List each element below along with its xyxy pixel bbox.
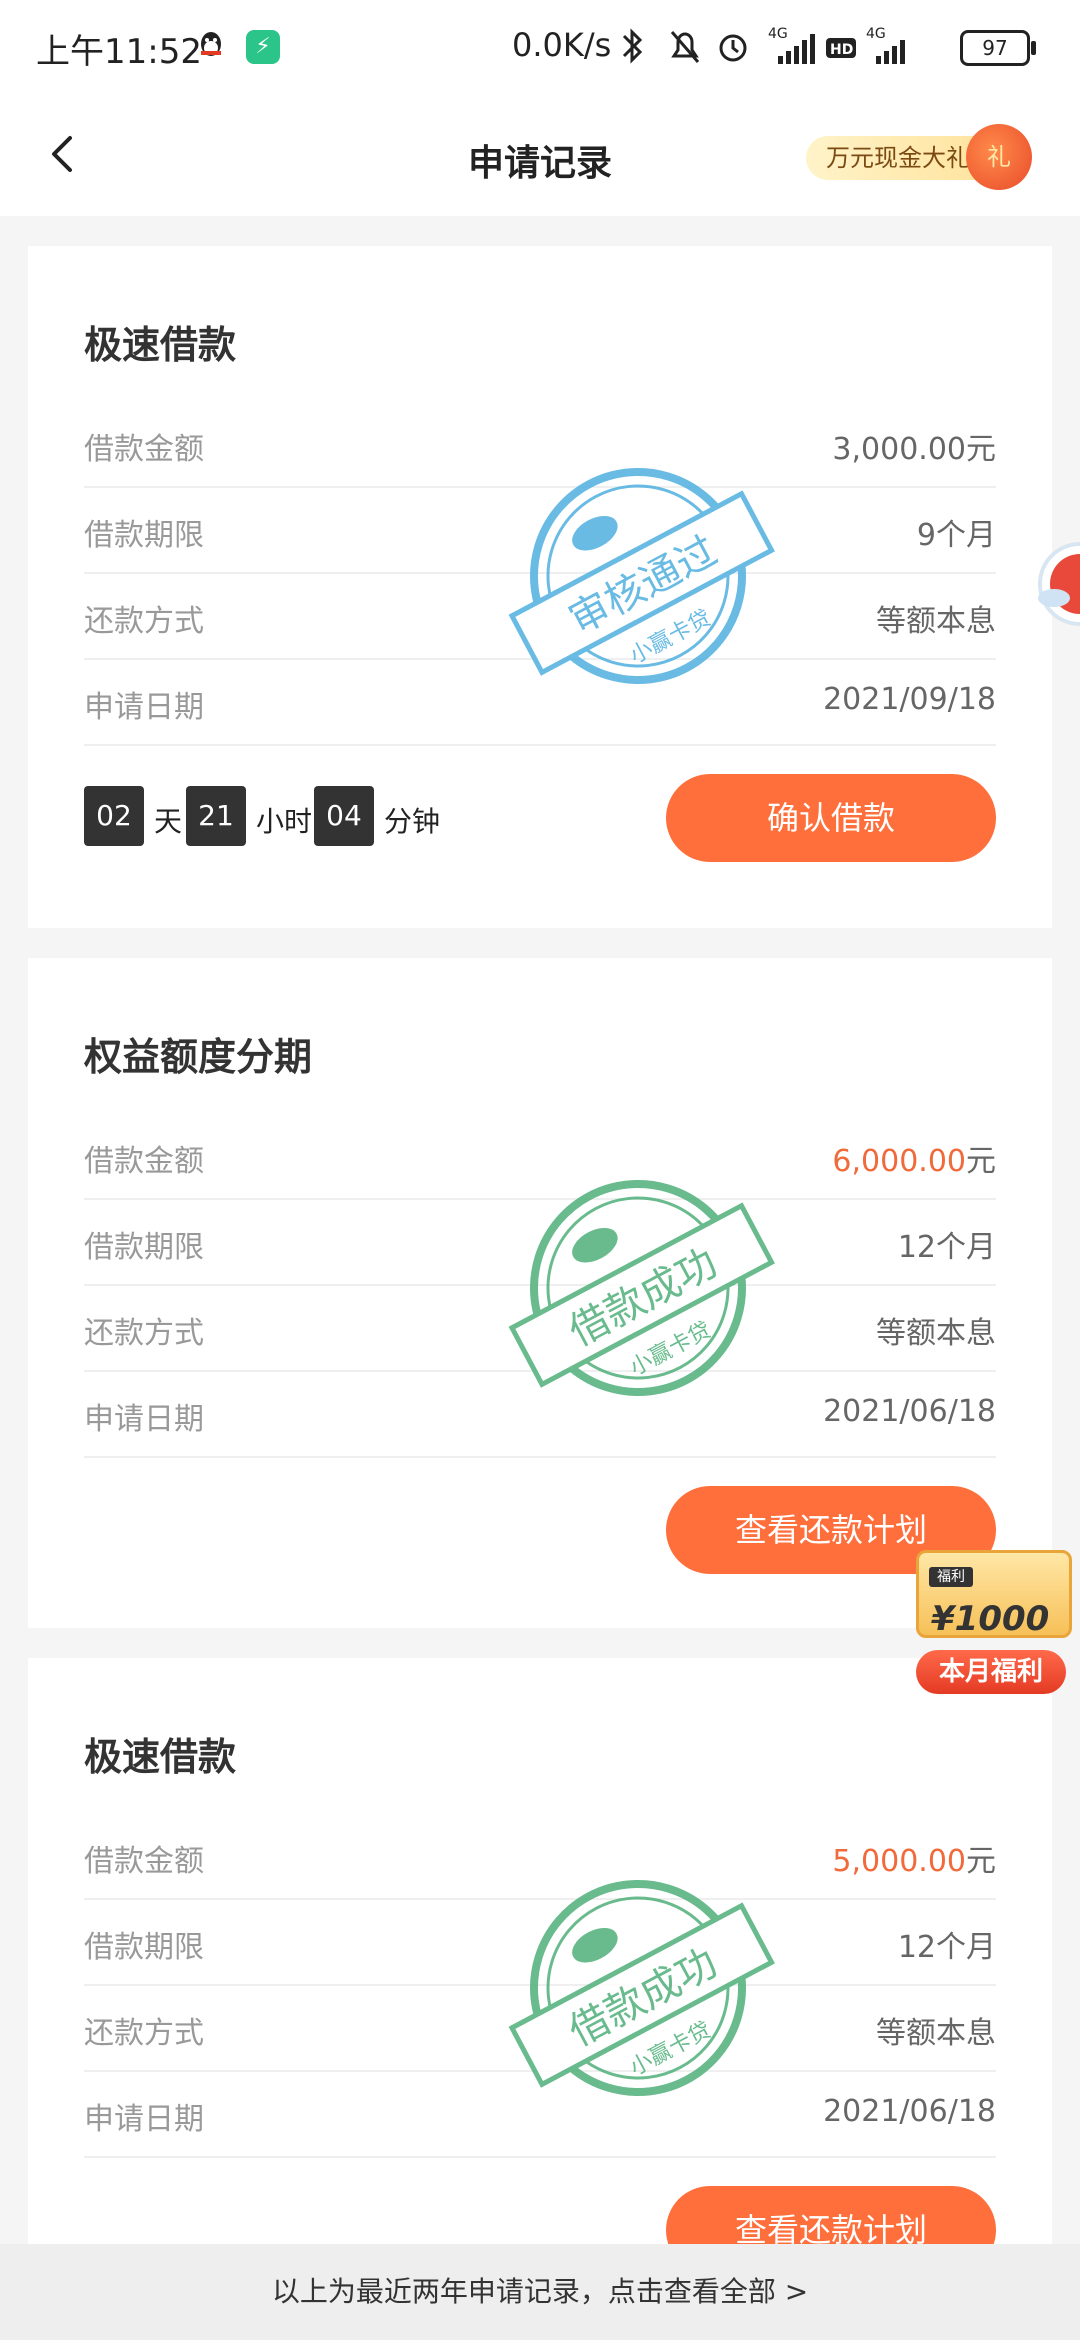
hd-icon: HD: [826, 38, 856, 58]
countdown-hours: 21: [186, 786, 246, 846]
countdown-minutes-unit: 分钟: [384, 805, 441, 838]
row-label: 借款金额: [84, 1844, 204, 1879]
record-card-3: 极速借款 借款金额 5,000.00元 借款期限 12个月 还款方式 等额本息 …: [28, 1658, 1052, 2274]
row-label: 申请日期: [84, 690, 204, 725]
gift-amount: ¥1000: [931, 1599, 1050, 1639]
row-label: 借款期限: [84, 1930, 204, 1965]
row-value: 3,000.00元: [832, 432, 996, 467]
bluetooth-icon: [622, 28, 643, 64]
row-label: 借款期限: [84, 1230, 204, 1265]
loan-success-stamp: 借款成功 小赢卡贷: [508, 1880, 775, 2096]
countdown: 02 天 21 小时 04 分钟: [84, 786, 484, 846]
record-card-2: 权益额度分期 借款金额 6,000.00元 借款期限 12个月 还款方式 等额本…: [28, 958, 1052, 1628]
signal-icon-2: 4G: [866, 26, 905, 64]
svg-text:4G: 4G: [866, 26, 886, 42]
battery-indicator: 97: [960, 30, 1036, 66]
row-label: 申请日期: [84, 1402, 204, 1437]
gift-tag: 福利: [929, 1567, 973, 1587]
mascot-icon[interactable]: [1036, 528, 1080, 638]
view-all-records-link[interactable]: 以上为最近两年申请记录，点击查看全部 >: [0, 2244, 1080, 2340]
row-label: 借款金额: [84, 432, 204, 467]
row-value: 6,000.00元: [832, 1144, 996, 1179]
status-icons: 4G HD 4G: [622, 26, 905, 64]
gift-banner: 本月福利: [916, 1650, 1066, 1694]
row-value: 12个月: [897, 1930, 996, 1965]
row-label: 借款期限: [84, 518, 204, 553]
loan-success-stamp: 借款成功 小赢卡贷: [508, 1180, 775, 1396]
row-label: 借款金额: [84, 1144, 204, 1179]
record-card-1: 极速借款 借款金额 3,000.00元 借款期限 9个月 还款方式 等额本息 申…: [28, 246, 1052, 928]
card-title: 极速借款: [84, 1735, 237, 1779]
row-value: 2021/09/18: [823, 682, 996, 717]
row-value: 2021/06/18: [823, 2094, 996, 2129]
countdown-minutes: 04: [314, 786, 374, 846]
row-value: 9个月: [916, 518, 996, 553]
row-label: 还款方式: [84, 1316, 204, 1351]
svg-text:4G: 4G: [768, 26, 788, 42]
countdown-hours-unit: 小时: [256, 805, 313, 838]
monthly-gift-widget[interactable]: 福利 ¥1000 本月福利: [910, 1532, 1076, 1694]
row-value: 等额本息: [876, 2016, 996, 2051]
card-title: 极速借款: [84, 323, 237, 367]
row-value: 等额本息: [876, 604, 996, 639]
approved-stamp: 审核通过 小赢卡贷: [508, 468, 775, 684]
gift-bag-icon[interactable]: 礼: [966, 124, 1032, 190]
svg-text:HD: HD: [830, 42, 853, 58]
row-label: 申请日期: [84, 2102, 204, 2137]
countdown-days: 02: [84, 786, 144, 846]
row-value: 等额本息: [876, 1316, 996, 1351]
row-value: 12个月: [897, 1230, 996, 1265]
bell-off-icon: [670, 31, 700, 63]
network-speed: 0.0K/s: [512, 26, 612, 64]
countdown-days-unit: 天: [154, 805, 183, 838]
alarm-icon: [719, 34, 747, 62]
row-label: 还款方式: [84, 604, 204, 639]
confirm-loan-button[interactable]: 确认借款: [666, 774, 996, 862]
row-value: 5,000.00元: [832, 1844, 996, 1879]
nav-bar: 申请记录 万元现金大礼 礼: [0, 96, 1080, 216]
cash-note: 福利 ¥1000: [916, 1550, 1072, 1639]
signal-icon-1: 4G: [768, 26, 815, 64]
card-title: 权益额度分期: [84, 1035, 313, 1079]
app-notification-icon: ⚡: [246, 30, 280, 64]
status-time: 上午11:52: [36, 32, 202, 72]
status-bar: 上午11:52 ⚡ 0.0K/s 4G HD 4G 97: [0, 0, 1080, 96]
qq-icon: [201, 32, 221, 56]
row-value: 2021/06/18: [823, 1394, 996, 1429]
row-label: 还款方式: [84, 2016, 204, 2051]
